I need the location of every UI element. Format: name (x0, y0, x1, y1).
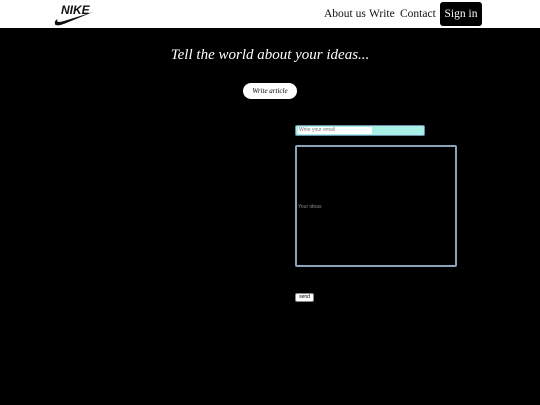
send-button[interactable]: send (295, 293, 314, 302)
nav-link-write[interactable]: Write (369, 7, 395, 21)
nike-logo[interactable]: NIKE (53, 3, 95, 27)
email-field-container (295, 125, 425, 136)
write-article-button[interactable]: Write article (243, 83, 297, 99)
nav-link-contact[interactable]: Contact (400, 7, 436, 21)
navbar: NIKE About us Write Contact Sign in (0, 0, 540, 28)
email-input[interactable] (298, 127, 372, 134)
sign-in-button[interactable]: Sign in (440, 2, 482, 26)
brand-wordmark: NIKE (61, 3, 91, 17)
hero-tagline: Tell the world about your ideas... (170, 47, 370, 63)
ideas-placeholder: Your ideas (298, 204, 322, 210)
nav-link-about-us[interactable]: About us (324, 7, 366, 21)
